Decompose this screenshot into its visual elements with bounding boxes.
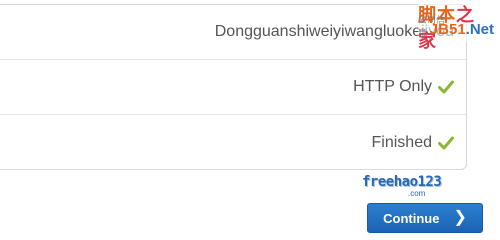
jb51-watermark: 脚本之家 公司信息 JB51.Net xyxy=(418,0,498,52)
chevron-right-icon: ❯ xyxy=(453,209,467,226)
http-only-label: HTTP Only xyxy=(353,78,432,95)
continue-button[interactable]: Continue ❯ xyxy=(367,203,483,233)
freehao-domain: .com xyxy=(408,189,426,198)
freehao-text: freehao123 xyxy=(362,174,442,190)
summary-row-finished: Finished xyxy=(0,115,466,170)
summary-panel: Dongguanshiweiyiwangluokejiyou HTTP Only… xyxy=(0,4,467,170)
summary-row-http-only: HTTP Only xyxy=(0,60,466,115)
check-icon xyxy=(438,136,454,150)
watermark-jb51-text: JB51.Net xyxy=(429,21,494,38)
freehao-watermark: freehao123 .com xyxy=(362,174,442,202)
summary-row-company: Dongguanshiweiyiwangluokejiyou xyxy=(0,5,466,60)
continue-button-label: Continue xyxy=(383,210,440,226)
check-icon xyxy=(438,80,454,94)
finished-label: Finished xyxy=(371,133,432,151)
